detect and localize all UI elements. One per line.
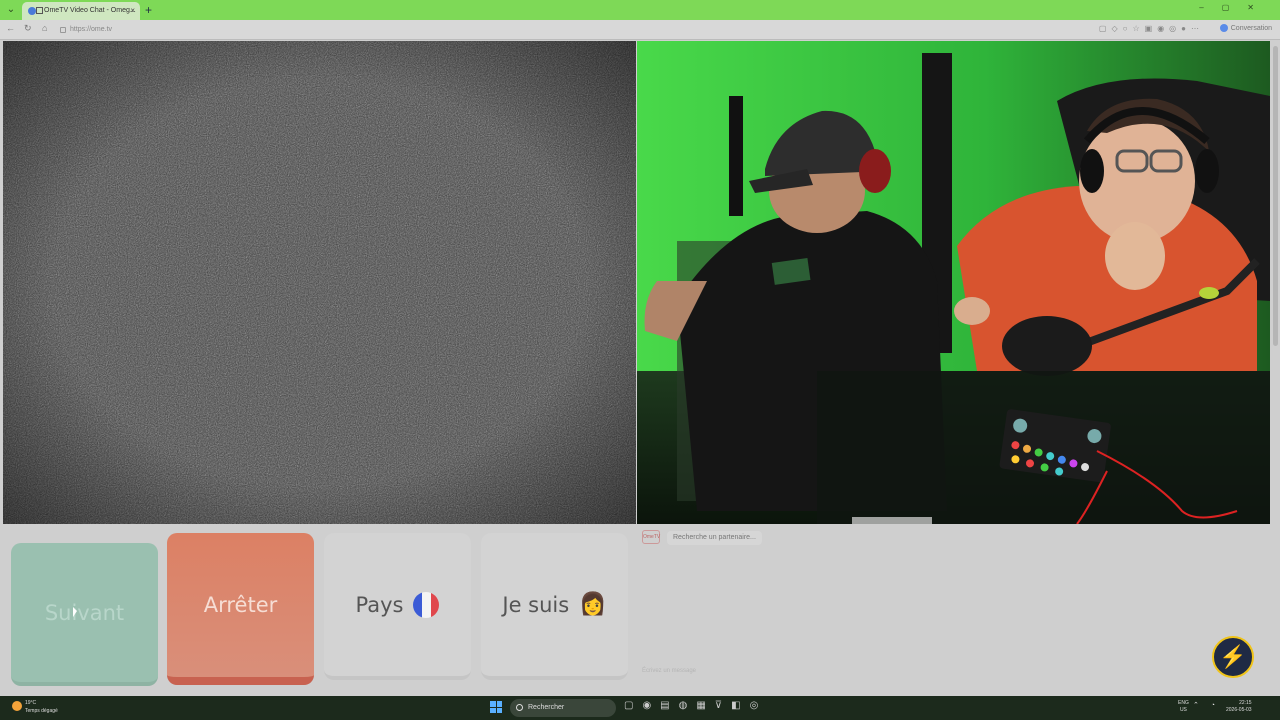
system-tray-icons[interactable]: ⌃ ◔ — [1193, 701, 1220, 709]
country-button[interactable]: Pays — [324, 533, 471, 680]
tab-favicon-icon — [28, 7, 36, 15]
search-placeholder: Rechercher — [528, 704, 565, 711]
copilot-icon — [1219, 24, 1228, 32]
profile-button[interactable]: Conversation — [1219, 24, 1272, 32]
lang-top: ENG — [1178, 700, 1189, 706]
woman-icon: 👩 — [579, 592, 607, 617]
taskbar-app-icons[interactable]: ▢◉▤◍▦⊽◧◎ — [624, 700, 767, 711]
tab-actions-menu[interactable]: ⌄ — [4, 3, 18, 17]
self-video — [637, 41, 1270, 524]
lock-icon — [60, 27, 66, 33]
url-field[interactable]: https://ome.tv — [56, 23, 456, 37]
ometv-logo: OmeTV — [642, 530, 660, 544]
taskbar-search[interactable]: Rechercher — [510, 699, 616, 717]
partner-video — [3, 41, 636, 524]
tab-workspace-icon — [36, 7, 43, 14]
language-indicator[interactable]: ENG US — [1178, 700, 1189, 714]
clock-time: 22:15 — [1239, 700, 1252, 706]
next-button[interactable]: Suivant — [11, 543, 158, 686]
ometv-page: Suivant Arrêter Pays Je suis 👩 OmeTV Rec… — [0, 40, 1280, 696]
country-label: Pays — [355, 592, 404, 617]
logo-text: OmeTV — [643, 534, 661, 540]
windows-start-icon[interactable] — [490, 701, 502, 713]
window-controls[interactable]: –▢✕ — [1199, 3, 1272, 12]
stop-button[interactable]: Arrêter — [167, 533, 314, 685]
stop-label: Arrêter — [203, 593, 278, 617]
new-tab-button[interactable]: + — [145, 2, 152, 18]
chat-status-message: Recherche un partenaire... — [667, 531, 762, 545]
browser-tab[interactable]: OmeTV Video Chat - Omeg... × — [22, 2, 140, 20]
search-icon — [516, 704, 523, 711]
france-flag-icon — [413, 591, 440, 618]
gender-label: Je suis — [502, 592, 570, 617]
lang-bottom: US — [1179, 707, 1187, 713]
browser-tab-bar: ⌄ OmeTV Video Chat - Omeg... × + –▢✕ — [0, 0, 1280, 20]
weather-sun-icon — [12, 701, 22, 711]
static-noise — [3, 41, 636, 524]
taskbar: 19°C Temps dégagé Rechercher ▢◉▤◍▦⊽◧◎ ⌃ … — [0, 696, 1280, 720]
tab-close-icon[interactable]: × — [130, 2, 135, 20]
tab-title: OmeTV Video Chat - Omeg... — [44, 7, 136, 14]
home-icon[interactable]: ⌂ — [42, 23, 47, 33]
weather-text: Temps dégagé — [25, 708, 58, 714]
webcam-scene — [637, 41, 1270, 524]
mouse-cursor — [73, 607, 77, 617]
lightning-bolt-icon[interactable]: ⚡ — [1212, 636, 1254, 678]
clock[interactable]: 22:15 2026-05-03 — [1226, 700, 1252, 714]
chat-panel: OmeTV Recherche un partenaire... Écrivez… — [637, 525, 1270, 688]
back-icon[interactable]: ← — [6, 23, 15, 33]
temperature: 19°C — [25, 700, 37, 706]
extension-icons[interactable]: ▢◇○☆▣◉◎●⋯ — [1099, 24, 1204, 33]
url-text: https://ome.tv — [70, 26, 113, 33]
clock-date: 2026-05-03 — [1226, 707, 1252, 713]
gender-button[interactable]: Je suis 👩 — [481, 533, 628, 680]
refresh-icon[interactable]: ↻ — [24, 23, 32, 34]
next-label: Suivant — [44, 600, 125, 625]
message-input[interactable]: Écrivez un message — [642, 668, 696, 674]
profile-label: Conversation — [1230, 24, 1272, 32]
weather-widget[interactable]: 19°C Temps dégagé — [12, 699, 58, 715]
page-scrollbar[interactable] — [1273, 46, 1278, 346]
address-bar-row: ← ↻ ⌂ https://ome.tv ▢◇○☆▣◉◎●⋯ Conversat… — [0, 20, 1280, 40]
